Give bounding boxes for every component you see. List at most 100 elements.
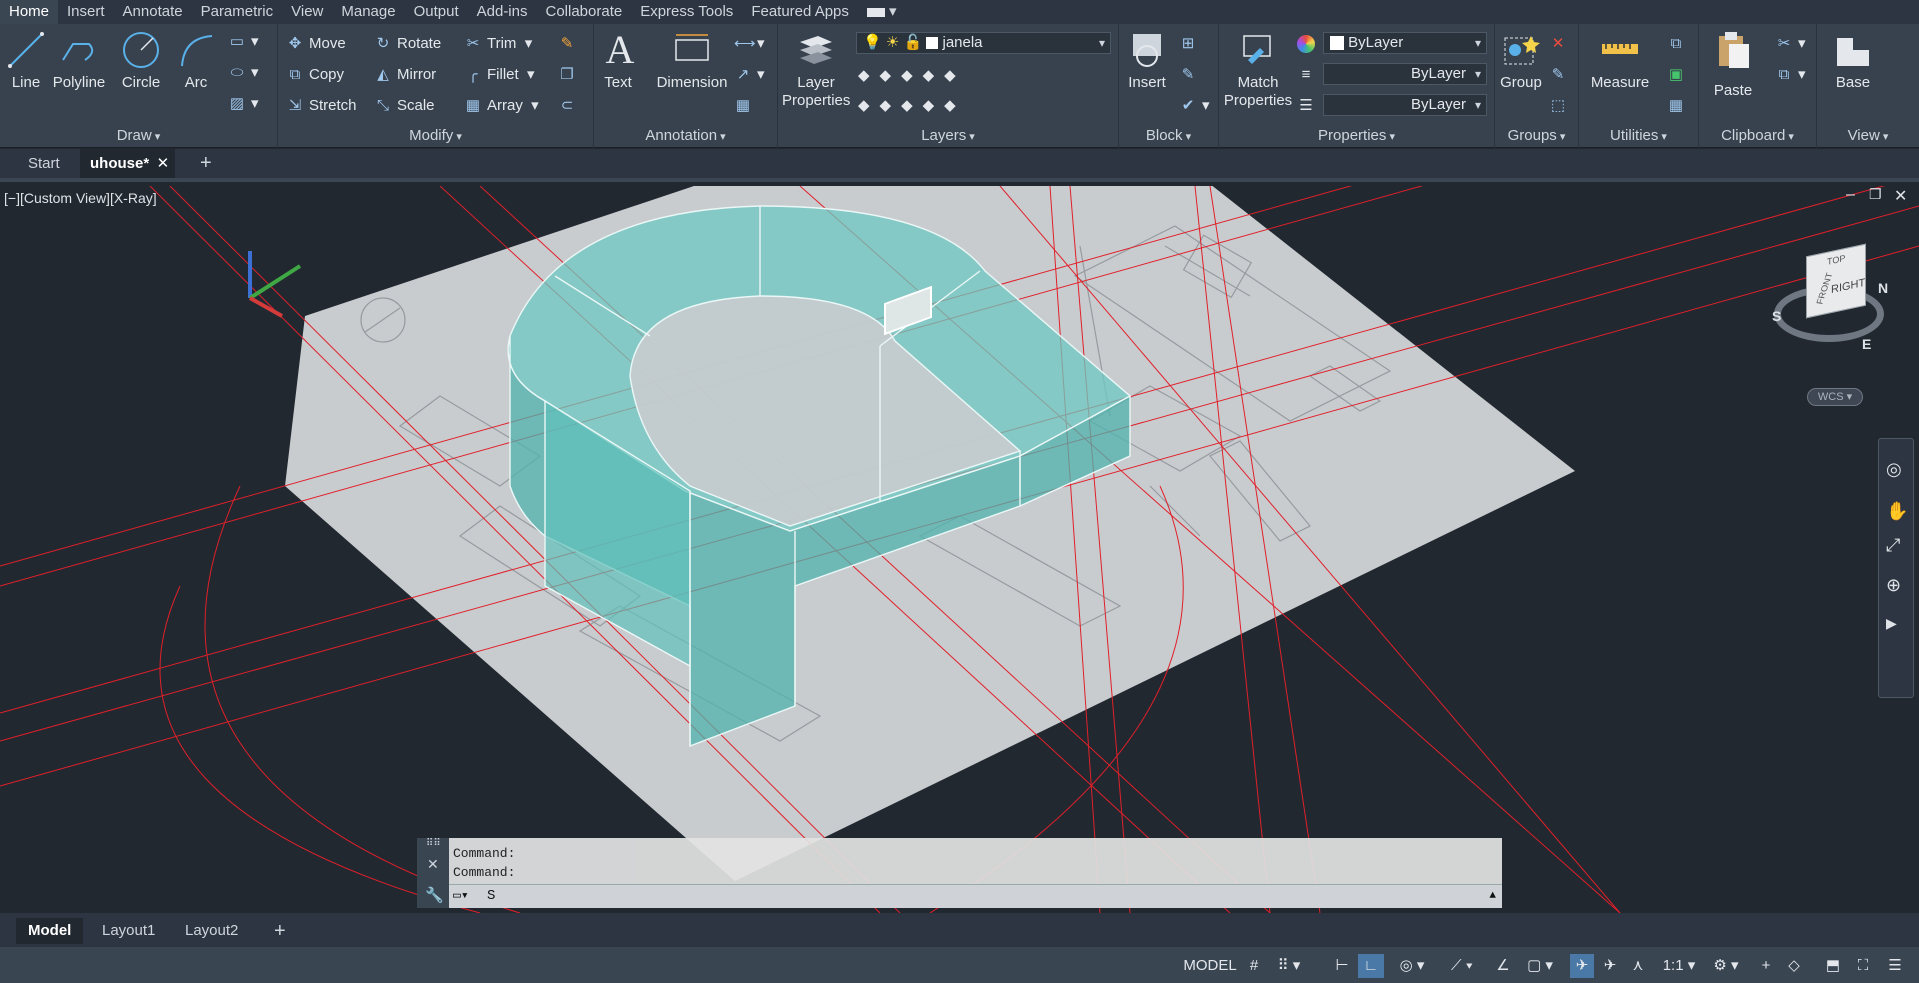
base-button[interactable]: Base [1831,30,1875,91]
pan-icon[interactable]: ✋ [1886,501,1908,522]
color-wheel-button[interactable] [1297,32,1315,56]
tab-insert[interactable]: Insert [58,0,114,24]
copy-button[interactable]: ⧉ Copy [286,63,344,87]
create-block-button[interactable]: ⊞ [1179,32,1202,56]
circle-button[interactable]: Circle [118,30,164,91]
ortho-icon[interactable]: ∟ [1358,954,1384,978]
cut-button[interactable]: ✂ ▾ [1775,32,1806,56]
panel-block-title[interactable]: Block [1119,127,1218,144]
panel-utilities-title[interactable]: Utilities [1579,127,1698,144]
tab-output[interactable]: Output [405,0,468,24]
tab-parametric[interactable]: Parametric [192,0,283,24]
mirror-button[interactable]: ◭ Mirror [374,63,436,87]
block-attributes-button[interactable]: ✔ ▾ [1179,94,1210,118]
isolate-objects-icon[interactable]: ⬒ [1820,954,1846,978]
command-line-handle[interactable]: ⠿⠿ ✕ 🔧 [417,838,449,908]
measure-button[interactable]: Measure [1587,30,1653,91]
panel-properties-title[interactable]: Properties [1219,127,1494,144]
edit-block-button[interactable]: ✎ [1179,63,1202,87]
viewcube[interactable]: TOP FRONT RIGHT N S E [1770,243,1890,360]
group-select-button[interactable]: ⬚ [1549,94,1572,118]
compass-east[interactable]: E [1862,336,1871,352]
tab-start[interactable]: Start [18,149,70,178]
workspace-dropdown[interactable]: ▾ [858,0,906,24]
layer-properties-button[interactable]: Layer Properties [782,30,850,110]
polar-tracking-icon[interactable]: ◎ ▾ [1390,954,1434,978]
offset-button[interactable]: ⊂ [558,94,581,118]
add-layout-button[interactable]: + [262,918,298,944]
tab-collaborate[interactable]: Collaborate [536,0,631,24]
model-canvas[interactable] [0,186,1919,913]
command-customize-icon[interactable]: 🔧 [425,886,444,904]
command-close-icon[interactable]: ✕ [427,856,439,873]
annotation-scale-icon[interactable]: ⋏ [1626,954,1650,978]
trim-button[interactable]: ✂ Trim ▾ [464,32,533,56]
command-history-toggle-icon[interactable]: ▲ [1489,885,1496,907]
tab-home[interactable]: Home [0,0,59,24]
new-tab-button[interactable]: + [190,149,222,178]
group-button[interactable]: Group [1499,30,1543,91]
compass-north[interactable]: N [1878,280,1888,296]
rectangle-button[interactable]: ▭ ▾ [228,30,259,54]
leader-button[interactable]: ↗ ▾ [734,63,765,87]
array-button[interactable]: ▦ Array ▾ [464,94,539,118]
id-point-button[interactable]: ⧉ [1667,32,1690,56]
wcs-menu[interactable]: WCS ▾ [1807,388,1863,406]
linetype-icon-button[interactable]: ≡ [1297,63,1320,87]
tab-layout1[interactable]: Layout1 [90,918,167,944]
layer-tools-row-2[interactable]: ◆◆◆◆◆ [858,94,966,118]
compass-south[interactable]: S [1772,308,1781,324]
customization-menu-icon[interactable]: ☰ [1882,954,1908,978]
viewport-close-icon[interactable]: ✕ [1894,186,1907,206]
arc-button[interactable]: Arc [176,30,216,91]
fillet-button[interactable]: ╭ Fillet ▾ [464,63,534,87]
snap-icon[interactable]: ⠿ ▾ [1272,954,1306,978]
stretch-button[interactable]: ⇲ Stretch [286,94,357,118]
object-snap-icon[interactable]: ▢ ▾ [1520,954,1560,978]
steering-wheel-icon[interactable]: ◎ [1886,459,1902,480]
linetype-dropdown[interactable]: ByLayer [1323,63,1487,85]
tab-model[interactable]: Model [16,918,84,944]
annotation-visibility-icon[interactable]: ✈ [1570,954,1594,978]
text-button[interactable]: A Text [600,30,636,92]
tab-featured-apps[interactable]: Featured Apps [742,0,858,24]
orbit-icon[interactable]: ⊕ [1886,575,1901,596]
group-edit-button[interactable]: ✎ [1549,63,1572,87]
rotate-button[interactable]: ↻ Rotate [374,32,442,56]
lineweight-dropdown[interactable]: ByLayer [1323,94,1487,116]
panel-modify-title[interactable]: Modify [278,127,593,144]
polyline-button[interactable]: Polyline [52,30,106,91]
panel-annotation-title[interactable]: Annotation [594,127,777,144]
viewport-controls-label[interactable]: [−][Custom View][X-Ray] [4,190,157,206]
match-properties-button[interactable]: Match Properties [1223,30,1293,110]
tab-manage[interactable]: Manage [332,0,404,24]
infer-constraints-icon[interactable]: ⊢ [1330,954,1354,978]
tab-view[interactable]: View [282,0,332,24]
annotation-scale-dropdown[interactable]: 1:1 ▾ [1656,954,1702,978]
quick-select-button[interactable]: ▣ [1667,63,1690,87]
annotation-monitor-icon[interactable]: + [1754,954,1778,978]
workspace-switch-icon[interactable]: ⚙ ▾ [1706,954,1746,978]
close-tab-icon[interactable]: ✕ [157,149,170,178]
dimension-button[interactable]: Dimension [652,30,732,91]
copy-clip-button[interactable]: ⧉ ▾ [1775,63,1806,87]
zoom-extents-icon[interactable]: ⤢ [1886,535,1900,556]
viewcube-box[interactable]: TOP FRONT RIGHT [1806,243,1866,319]
layer-tools-row-1[interactable]: ◆◆◆◆◆ [858,64,966,88]
grid-icon[interactable]: # [1244,954,1264,978]
panel-draw-title[interactable]: Draw [0,127,277,144]
clean-screen-icon[interactable]: ⛶ [1850,954,1876,978]
viewport-minimize-icon[interactable]: ‒ [1846,186,1855,204]
viewport-restore-icon[interactable]: ❐ [1869,186,1882,203]
erase-button[interactable]: ✎ [558,32,581,56]
linear-dim-button[interactable]: ⟷ ▾ [734,32,765,56]
units-icon[interactable]: ◇ [1782,954,1806,978]
scale-button[interactable]: ⤡ Scale [374,94,435,118]
panel-view-title[interactable]: View [1817,127,1919,144]
command-input[interactable]: ▭▾ S ▲ [449,884,1502,908]
panel-groups-title[interactable]: Groups [1495,127,1578,144]
tab-add-ins[interactable]: Add-ins [468,0,537,24]
paste-button[interactable]: Paste [1709,30,1757,108]
hatch-button[interactable]: ▨ ▾ [228,92,259,116]
calculator-button[interactable]: ▦ [1667,94,1690,118]
